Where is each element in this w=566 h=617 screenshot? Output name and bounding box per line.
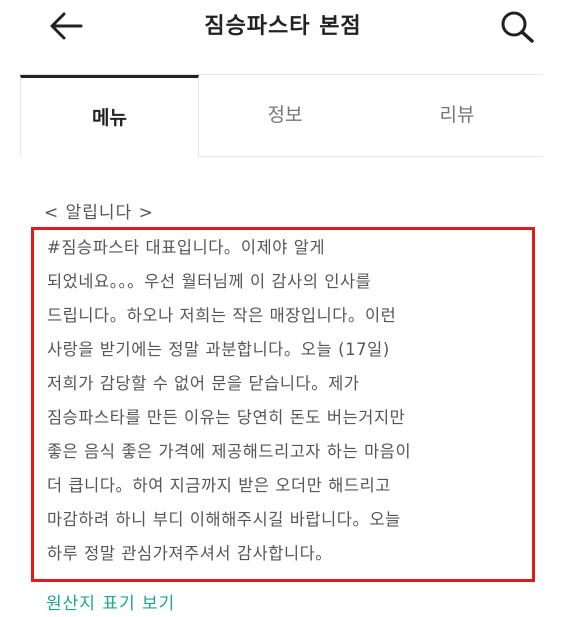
notice-line: 짐승파스타를 만든 이유는 당연히 돈도 버는거지만: [47, 408, 406, 427]
tab-info[interactable]: 정보: [199, 75, 371, 157]
search-button[interactable]: [497, 8, 537, 44]
notice-heading: < 알립니다 >: [44, 203, 154, 223]
search-icon: [501, 11, 534, 43]
tab-menu[interactable]: 메뉴: [20, 75, 199, 157]
tab-bar: 메뉴 정보 리뷰: [20, 74, 543, 159]
notice-line: 드립니다。하오나 저희는 작은 매장입니다。이런: [47, 306, 397, 325]
notice-line: 사랑을 받기에는 정말 과분합니다。오늘 (17일): [47, 340, 390, 359]
notice-line: 마감하려 하니 부디 이해해주시길 바랍니다。오늘: [47, 510, 401, 529]
app-header: 짐승파스타 본점: [0, 0, 566, 54]
page-title: 짐승파스타 본점: [204, 14, 362, 39]
origin-info-link[interactable]: 원산지 표기 보기: [46, 589, 175, 614]
notice-line: 좋은 음식 좋은 가격에 제공해드리고자 하는 마음이: [47, 442, 412, 461]
notice-line: #짐승파스타 대표입니다。이제야 알게: [47, 238, 326, 257]
notice-line: 하루 정말 관심가져주셔서 감사합니다。: [47, 544, 333, 563]
notice-line: 저희가 감당할 수 없어 문을 닫습니다。제가: [47, 374, 360, 393]
notice-line: 더 큽니다。하여 지금까지 받은 오더만 해드리고: [47, 476, 391, 495]
tab-reviews[interactable]: 리뷰: [371, 75, 543, 157]
notice-line: 되었네요。。。우선 월터님께 이 감사의 인사를: [47, 272, 372, 291]
